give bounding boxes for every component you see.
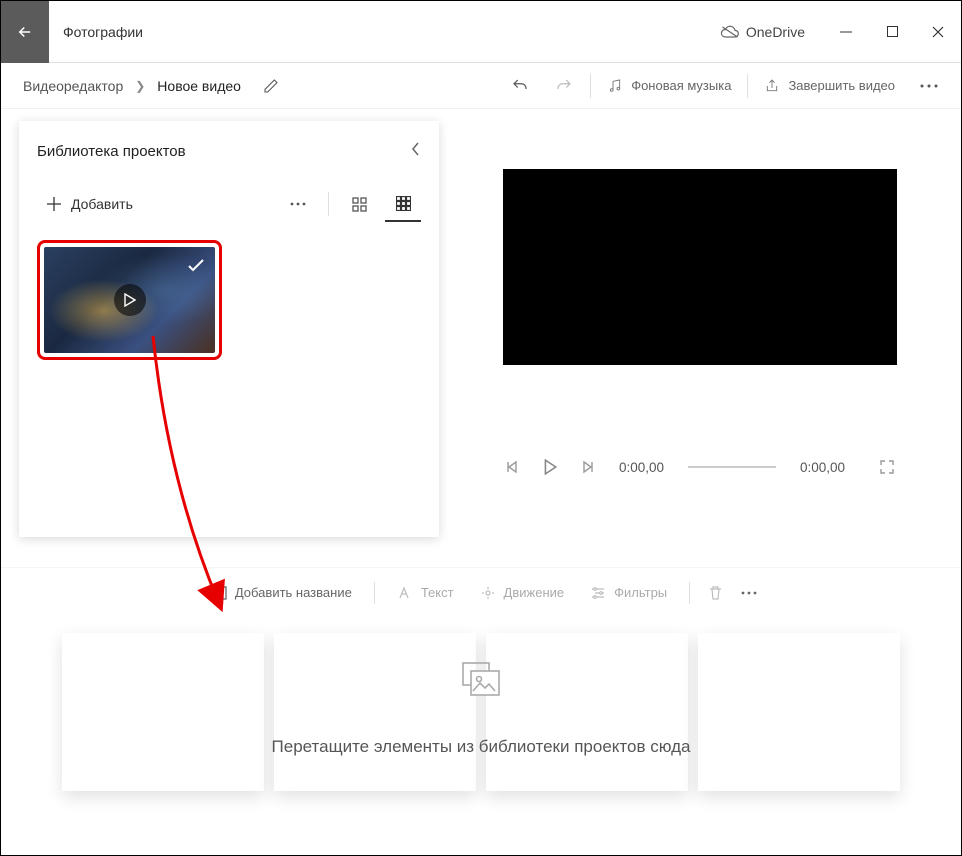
delete-button[interactable] xyxy=(702,579,729,607)
close-button[interactable] xyxy=(915,1,961,62)
time-total: 0:00,00 xyxy=(800,460,845,475)
storyboard[interactable]: Перетащите элементы из библиотеки проект… xyxy=(1,617,961,837)
skip-forward-icon xyxy=(581,460,595,474)
separator xyxy=(689,582,690,604)
text-icon xyxy=(397,586,413,600)
motion-label: Движение xyxy=(504,585,565,600)
title-card-icon xyxy=(209,586,227,600)
expand-icon xyxy=(879,459,895,475)
media-thumbnail-highlight xyxy=(37,240,222,360)
music-icon xyxy=(607,78,623,94)
breadcrumb-root[interactable]: Видеоредактор xyxy=(15,72,131,100)
playback-controls: 0:00,00 0:00,00 xyxy=(505,459,895,475)
maximize-button[interactable] xyxy=(869,1,915,62)
breadcrumb-current: Новое видео xyxy=(149,72,249,100)
text-label: Текст xyxy=(421,585,454,600)
motion-icon xyxy=(480,585,496,601)
preview-pane: 0:00,00 0:00,00 xyxy=(439,109,961,545)
motion-button[interactable]: Движение xyxy=(470,579,575,607)
play-icon xyxy=(543,459,557,475)
add-label: Добавить xyxy=(71,196,133,212)
timeline-scrubber[interactable] xyxy=(688,466,776,468)
separator xyxy=(590,74,591,98)
finish-video-button[interactable]: Завершить видео xyxy=(752,78,907,94)
onedrive-label: OneDrive xyxy=(746,24,805,40)
media-stack-icon xyxy=(459,661,503,699)
close-icon xyxy=(932,26,944,38)
storyboard-slot[interactable] xyxy=(486,633,688,791)
onedrive-button[interactable]: OneDrive xyxy=(702,24,823,40)
fullscreen-button[interactable] xyxy=(879,459,895,475)
storyboard-empty-icon xyxy=(459,661,503,704)
filters-icon xyxy=(590,586,606,600)
add-title-card-button[interactable]: Добавить название xyxy=(199,579,362,606)
video-preview[interactable] xyxy=(503,169,897,365)
chevron-right-icon: ❯ xyxy=(131,79,149,93)
check-icon xyxy=(187,259,205,273)
more-horizontal-icon xyxy=(741,591,757,595)
storyboard-hint: Перетащите элементы из библиотеки проект… xyxy=(272,737,691,757)
music-label: Фоновая музыка xyxy=(631,78,731,93)
more-horizontal-icon xyxy=(920,84,938,88)
export-icon xyxy=(764,78,780,94)
filters-button[interactable]: Фильтры xyxy=(580,579,677,606)
grid-small-button[interactable] xyxy=(385,186,421,222)
breadcrumb-root-label: Видеоредактор xyxy=(23,78,123,94)
storyboard-slot[interactable] xyxy=(698,633,900,791)
separator xyxy=(747,74,748,98)
skip-back-icon xyxy=(505,460,519,474)
storyboard-slot[interactable] xyxy=(274,633,476,791)
trash-icon xyxy=(708,585,723,601)
redo-icon xyxy=(555,77,573,95)
separator xyxy=(374,582,375,604)
project-library-panel: Библиотека проектов Добавить xyxy=(19,121,439,537)
minimize-button[interactable] xyxy=(823,1,869,62)
play-icon xyxy=(124,293,136,307)
more-button[interactable] xyxy=(907,66,951,106)
filters-label: Фильтры xyxy=(614,585,667,600)
main-area: Библиотека проектов Добавить xyxy=(1,109,961,545)
background-music-button[interactable]: Фоновая музыка xyxy=(595,78,743,94)
arrow-left-icon xyxy=(16,23,34,41)
grid-3x3-icon xyxy=(396,196,411,211)
title-bar: Фотографии OneDrive xyxy=(1,1,961,63)
editor-toolbar: Видеоредактор ❯ Новое видео Фоновая музы… xyxy=(1,63,961,109)
redo-button[interactable] xyxy=(542,66,586,106)
back-button[interactable] xyxy=(1,1,49,63)
time-current: 0:00,00 xyxy=(619,460,664,475)
storyboard-slot[interactable] xyxy=(62,633,264,791)
pencil-icon xyxy=(263,78,279,94)
rename-button[interactable] xyxy=(249,66,293,106)
collapse-library-button[interactable] xyxy=(411,141,421,162)
plus-icon xyxy=(47,197,61,211)
chevron-left-icon xyxy=(411,141,421,157)
minimize-icon xyxy=(840,26,852,38)
grid-2x2-icon xyxy=(352,197,367,212)
undo-icon xyxy=(511,77,529,95)
add-title-label: Добавить название xyxy=(235,585,352,600)
prev-frame-button[interactable] xyxy=(505,460,519,474)
text-button[interactable]: Текст xyxy=(387,579,464,606)
play-overlay xyxy=(114,284,146,316)
grid-large-button[interactable] xyxy=(341,186,377,222)
add-media-button[interactable]: Добавить xyxy=(37,190,143,218)
finish-label: Завершить видео xyxy=(788,78,895,93)
more-horizontal-icon xyxy=(290,202,306,206)
cloud-off-icon xyxy=(720,25,740,39)
undo-button[interactable] xyxy=(498,66,542,106)
library-more-button[interactable] xyxy=(280,186,316,222)
library-title: Библиотека проектов xyxy=(37,143,186,160)
storyboard-more-button[interactable] xyxy=(735,585,763,601)
app-title: Фотографии xyxy=(63,24,143,40)
thumbnail-selected-check xyxy=(183,253,209,279)
media-thumbnail[interactable] xyxy=(44,247,215,353)
next-frame-button[interactable] xyxy=(581,460,595,474)
storyboard-toolbar: Добавить название Текст Движение Фильтры xyxy=(1,567,961,617)
maximize-icon xyxy=(887,26,898,37)
play-button[interactable] xyxy=(543,459,557,475)
separator xyxy=(328,192,329,216)
